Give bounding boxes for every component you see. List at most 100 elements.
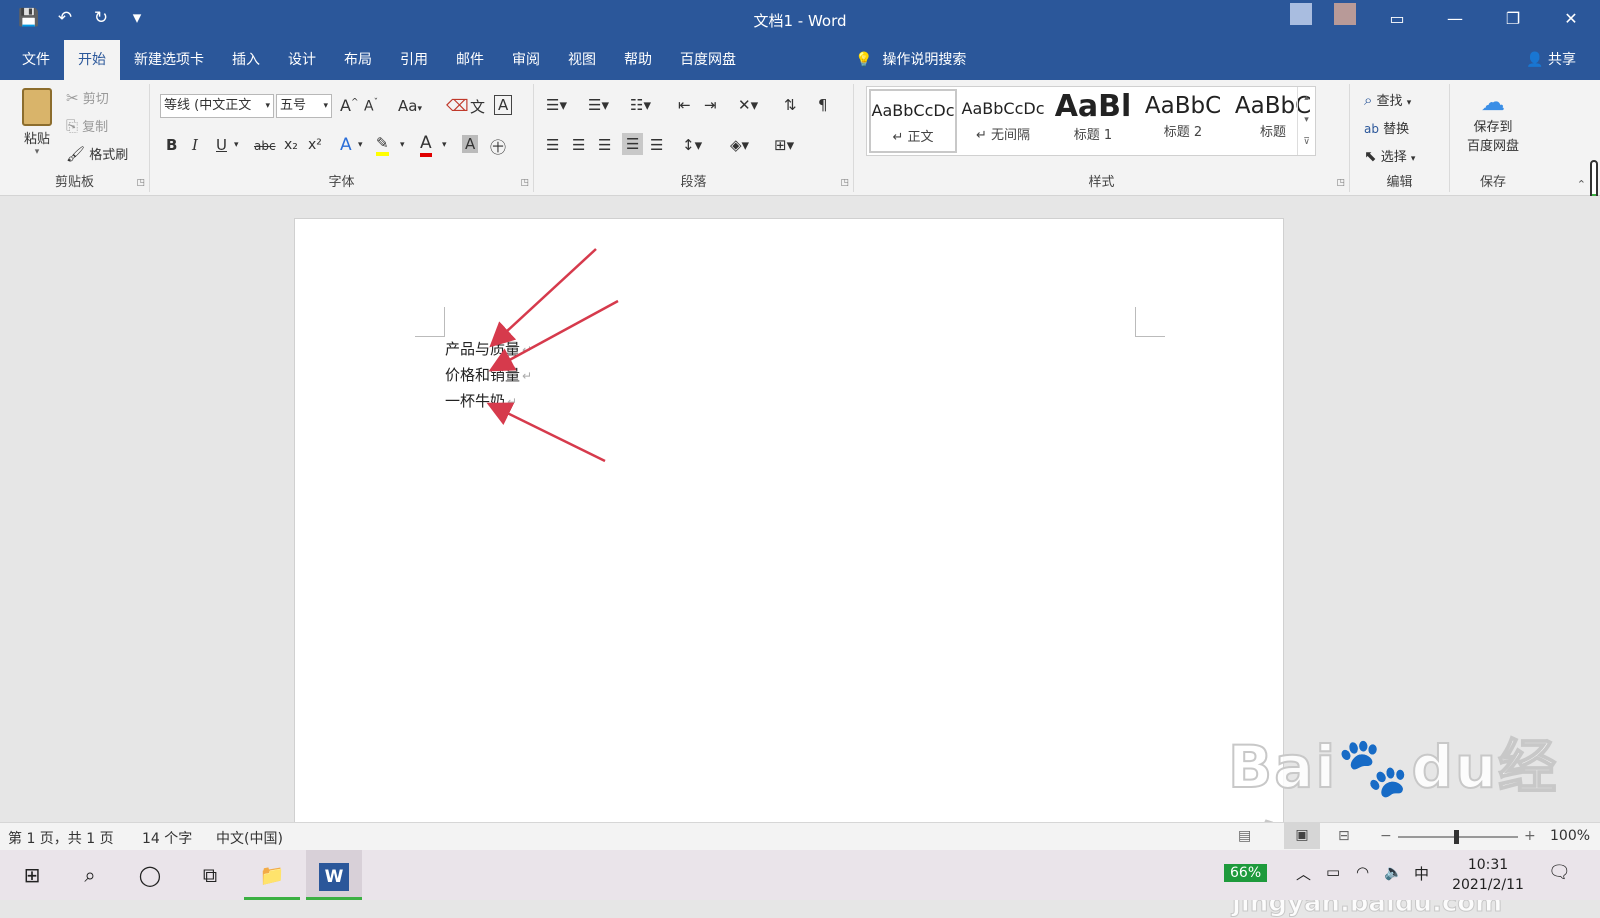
tab-design[interactable]: 设计 bbox=[274, 40, 330, 80]
superscript-button[interactable]: x² bbox=[308, 137, 322, 153]
text-effects-icon[interactable]: A bbox=[340, 135, 352, 155]
highlight-color-icon[interactable]: ✎ bbox=[376, 134, 389, 156]
increase-indent-icon[interactable]: ⇥ bbox=[704, 96, 717, 114]
tell-me-search[interactable]: 💡 操作说明搜索 bbox=[855, 40, 966, 80]
align-right-icon[interactable]: ☰ bbox=[598, 136, 611, 154]
share-button[interactable]: 👤 共享 bbox=[1526, 40, 1576, 80]
restore-button[interactable]: ❐ bbox=[1484, 0, 1542, 40]
chevron-down-icon[interactable]: ▾ bbox=[1298, 109, 1315, 131]
clock[interactable]: 10:31 2021/2/11 bbox=[1440, 855, 1536, 895]
tab-insert[interactable]: 插入 bbox=[218, 40, 274, 80]
style-no-spacing[interactable]: AaBbCcDc ↵ 无间隔 bbox=[959, 89, 1047, 153]
notifications-icon[interactable]: 🗨 bbox=[1548, 862, 1571, 883]
cortana-icon[interactable]: ◯ bbox=[122, 850, 178, 900]
change-case-button[interactable]: Aa▾ bbox=[398, 97, 422, 115]
style-normal[interactable]: AaBbCcDc ↵ 正文 bbox=[869, 89, 957, 153]
zoom-slider-thumb[interactable] bbox=[1454, 830, 1459, 844]
align-left-icon[interactable]: ☰ bbox=[546, 136, 559, 154]
collapse-ribbon-icon[interactable]: ⌃ bbox=[1577, 178, 1586, 191]
minimize-button[interactable]: — bbox=[1426, 0, 1484, 40]
phonetic-guide-icon[interactable]: 文 bbox=[470, 96, 485, 117]
chevron-down-icon[interactable]: ▾ bbox=[442, 140, 447, 150]
tab-help[interactable]: 帮助 bbox=[610, 40, 666, 80]
multilevel-list-icon[interactable]: ☷▾ bbox=[630, 96, 651, 114]
numbering-icon[interactable]: ☰▾ bbox=[588, 96, 609, 114]
save-icon[interactable]: 💾 bbox=[18, 8, 40, 28]
find-button[interactable]: ⌕ 查找 ▾ bbox=[1364, 90, 1411, 109]
style-heading-2[interactable]: AaBbC 标题 2 bbox=[1139, 89, 1227, 153]
document-page[interactable]: 产品与质量↵ 价格和销量↵ 一杯牛奶↵ bbox=[294, 218, 1284, 838]
tab-new-tab[interactable]: 新建选项卡 bbox=[120, 40, 218, 80]
select-button[interactable]: ⬉ 选择 ▾ bbox=[1364, 146, 1415, 165]
gallery-scroll[interactable]: ▴ ▾ ⊽ bbox=[1297, 87, 1315, 155]
italic-button[interactable]: I bbox=[192, 136, 198, 154]
subscript-button[interactable]: x₂ bbox=[284, 137, 298, 153]
bold-button[interactable]: B bbox=[166, 136, 177, 154]
show-formatting-marks-icon[interactable]: ¶ bbox=[818, 96, 828, 114]
clear-formatting-icon[interactable]: ⌫ bbox=[446, 96, 469, 115]
bullets-icon[interactable]: ☰▾ bbox=[546, 96, 567, 114]
replace-button[interactable]: ab 替换 bbox=[1364, 118, 1409, 137]
tab-file[interactable]: 文件 bbox=[8, 40, 64, 80]
chevron-down-icon[interactable]: ▾ bbox=[400, 140, 405, 150]
word-count[interactable]: 14 个字 bbox=[142, 828, 192, 848]
file-explorer-icon[interactable]: 📁 bbox=[244, 850, 300, 900]
zoom-in-icon[interactable]: + bbox=[1524, 828, 1536, 844]
page-count[interactable]: 第 1 页，共 1 页 bbox=[8, 828, 114, 848]
dialog-launcher-icon[interactable]: ◳ bbox=[136, 178, 145, 188]
tab-home[interactable]: 开始 bbox=[64, 40, 120, 80]
wifi-icon[interactable]: ◠ bbox=[1356, 863, 1369, 881]
enclose-characters-icon[interactable]: ㊉ bbox=[490, 134, 506, 158]
chevron-down-icon[interactable]: ▾ bbox=[358, 140, 363, 150]
word-app-icon[interactable]: W bbox=[306, 850, 362, 900]
undo-icon[interactable]: ↶ bbox=[54, 8, 76, 28]
dialog-launcher-icon[interactable]: ◳ bbox=[520, 178, 529, 188]
align-center-icon[interactable]: ☰ bbox=[572, 136, 585, 154]
battery-percent[interactable]: 66% bbox=[1224, 864, 1268, 882]
tab-baidu-netdisk[interactable]: 百度网盘 bbox=[666, 40, 750, 80]
ribbon-display-options-icon[interactable]: ▭ bbox=[1368, 0, 1426, 40]
dialog-launcher-icon[interactable]: ◳ bbox=[840, 178, 849, 188]
paste-button[interactable]: 粘贴 ▾ bbox=[14, 88, 60, 157]
tab-references[interactable]: 引用 bbox=[386, 40, 442, 80]
font-name-combo[interactable]: 等线 (中文正文 ▾ bbox=[160, 94, 274, 118]
character-shading-icon[interactable]: A bbox=[462, 135, 479, 153]
redo-icon[interactable]: ↻ bbox=[90, 8, 112, 28]
zoom-out-icon[interactable]: − bbox=[1380, 828, 1392, 844]
language-indicator[interactable]: 中文(中国) bbox=[216, 828, 283, 848]
windows-start-icon[interactable]: ⊞ bbox=[4, 850, 60, 900]
shading-icon[interactable]: ◈▾ bbox=[730, 136, 749, 154]
chinese-layout-icon[interactable]: ✕▾ bbox=[738, 96, 758, 114]
strikethrough-button[interactable]: abc bbox=[254, 139, 276, 153]
chevron-up-icon[interactable]: ▴ bbox=[1298, 87, 1315, 109]
chevron-down-icon[interactable]: ▾ bbox=[234, 140, 239, 150]
tab-mailings[interactable]: 邮件 bbox=[442, 40, 498, 80]
shrink-font-button[interactable]: Aˇ bbox=[364, 98, 378, 115]
search-icon[interactable]: ⌕ bbox=[62, 850, 118, 900]
decrease-indent-icon[interactable]: ⇤ bbox=[678, 96, 691, 114]
more-styles-icon[interactable]: ⊽ bbox=[1298, 131, 1315, 153]
customize-qat-icon[interactable]: ▾ bbox=[126, 8, 148, 28]
task-view-icon[interactable]: ⧉ bbox=[182, 850, 238, 900]
font-color-icon[interactable]: A bbox=[420, 133, 432, 157]
chevron-up-icon[interactable]: ︿ bbox=[1296, 863, 1311, 884]
cut-button[interactable]: ✂ 剪切 bbox=[66, 88, 109, 107]
copy-button[interactable]: ⎘ 复制 bbox=[66, 116, 108, 135]
dialog-launcher-icon[interactable]: ◳ bbox=[1336, 178, 1345, 188]
sort-icon[interactable]: ⇅ bbox=[784, 96, 797, 114]
battery-icon[interactable]: ▭ bbox=[1326, 863, 1340, 881]
font-size-combo[interactable]: 五号 ▾ bbox=[276, 94, 332, 118]
borders-icon[interactable]: ⊞▾ bbox=[774, 136, 794, 154]
read-mode-icon[interactable]: ▤ bbox=[1238, 828, 1251, 844]
close-button[interactable]: ✕ bbox=[1542, 0, 1600, 40]
distributed-icon[interactable]: ☰ bbox=[650, 136, 663, 154]
character-border-icon[interactable]: A bbox=[494, 95, 513, 115]
style-heading-1[interactable]: AaBl 标题 1 bbox=[1049, 89, 1137, 153]
zoom-level[interactable]: 100% bbox=[1550, 828, 1590, 844]
web-layout-icon[interactable]: ⊟ bbox=[1338, 828, 1350, 844]
justify-icon[interactable]: ☰ bbox=[622, 133, 644, 155]
tab-view[interactable]: 视图 bbox=[554, 40, 610, 80]
print-layout-icon[interactable]: ▣ bbox=[1284, 823, 1320, 849]
grow-font-button[interactable]: A^ bbox=[340, 96, 359, 115]
line-spacing-icon[interactable]: ↕▾ bbox=[682, 136, 702, 154]
